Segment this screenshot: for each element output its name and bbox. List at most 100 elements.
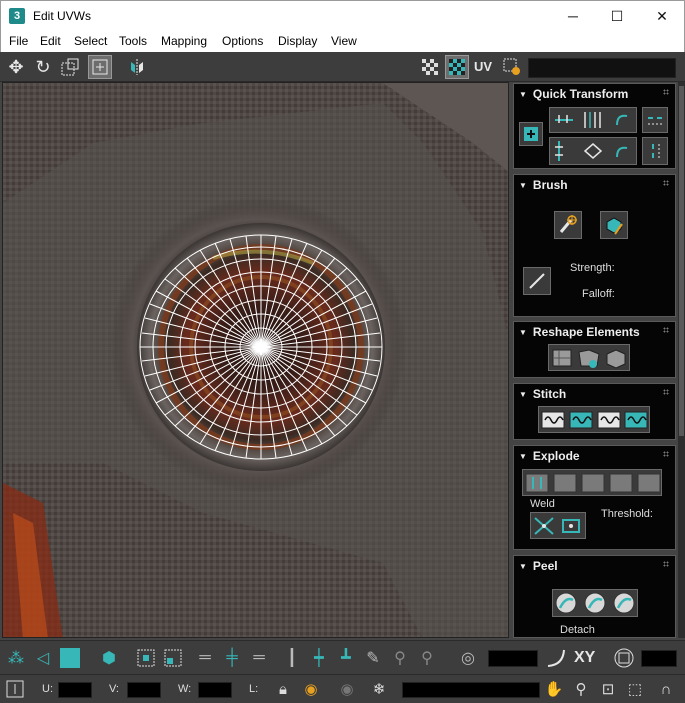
explode-title[interactable]: Explode [519, 449, 580, 463]
menu-options[interactable]: Options [222, 34, 263, 48]
falloff-curve-icon[interactable] [544, 646, 568, 670]
menu-display[interactable]: Display [278, 34, 317, 48]
quick-transform-rollout: Quick Transform [513, 83, 676, 169]
uv-icon[interactable]: UV [474, 59, 492, 74]
falloff-label: Falloff: [582, 288, 615, 300]
element-select-icon[interactable]: ⬢ [97, 646, 121, 670]
brush-title[interactable]: Brush [519, 178, 568, 192]
uv-mesh-grid [139, 234, 383, 460]
point-to-point-icon[interactable]: ┻ [334, 646, 358, 670]
threshold-label: Threshold: [601, 508, 653, 520]
w-value-field[interactable] [198, 682, 232, 698]
align-horizontal-button[interactable] [642, 107, 668, 133]
zoom-extents-icon[interactable]: ⬚ [624, 678, 646, 700]
menu-view[interactable]: View [331, 34, 357, 48]
xy-coordinates-icon[interactable]: XY [574, 649, 595, 667]
grip-icon[interactable] [663, 389, 669, 395]
filter-field[interactable] [402, 682, 540, 698]
align-buttons-row1[interactable] [549, 107, 637, 133]
quick-transform-title[interactable]: Quick Transform [519, 87, 628, 101]
grip-icon[interactable] [663, 327, 669, 333]
brush-rollout: Brush Strength: Falloff: [513, 174, 676, 317]
align-vertical-button[interactable] [642, 137, 668, 165]
freeform-icon[interactable] [88, 55, 112, 79]
u-value-field[interactable] [58, 682, 92, 698]
uv-texture-canvas[interactable] [3, 83, 509, 638]
mirror-icon[interactable] [125, 55, 149, 79]
show-hidden-icon[interactable]: ◉ [300, 678, 322, 700]
rotate-icon[interactable]: ↻ [31, 55, 55, 79]
menu-select[interactable]: Select [74, 34, 107, 48]
loop-select-icon[interactable]: ┃ [280, 646, 304, 670]
brush-falloff-curve-button[interactable] [523, 267, 551, 295]
soft-select-value-field[interactable] [488, 650, 538, 667]
app-logo-icon: 3 [9, 8, 25, 24]
selection-toolbar: ⁂ ◁ ⬢ ═ ╪ ═ ┃ ┿ ┻ ✎ ⚲ ⚲ ◎ XY [0, 640, 685, 674]
peel-title[interactable]: Peel [519, 559, 558, 573]
zoom-icon[interactable]: ⚲ [570, 678, 592, 700]
menu-tools[interactable]: Tools [119, 34, 147, 48]
edge-select-icon[interactable]: ◁ [31, 646, 55, 670]
settings-icon[interactable] [500, 55, 524, 79]
shrink-selection-icon[interactable] [161, 646, 185, 670]
strength-label: Strength: [570, 262, 615, 274]
soft-select-icon[interactable]: ⚲ [388, 646, 412, 670]
stitch-tools-group[interactable] [538, 406, 650, 433]
texture-dropdown[interactable] [528, 58, 676, 78]
checker-icon[interactable] [418, 55, 442, 79]
minimize-button[interactable]: ─ [550, 1, 596, 31]
soft-selection-icon[interactable]: ◎ [456, 646, 480, 670]
maximize-button[interactable]: ☐ [594, 1, 640, 31]
pan-icon[interactable]: ✋ [543, 678, 565, 700]
weld-tools-group[interactable] [530, 512, 586, 539]
paint-select-icon[interactable]: ✎ [361, 646, 385, 670]
grip-icon[interactable] [663, 180, 669, 186]
falloff-type-icon[interactable]: ⚲ [415, 646, 439, 670]
texel-grid-icon[interactable] [612, 646, 636, 670]
stitch-rollout: Stitch [513, 383, 676, 440]
close-button[interactable]: ✕ [639, 1, 685, 31]
explode-rollout: Explode Weld Threshold: [513, 445, 676, 550]
move-icon[interactable]: ✥ [4, 55, 28, 79]
weld-label: Weld [530, 498, 555, 510]
transform-type-icon[interactable] [4, 678, 26, 700]
hide-icon[interactable]: ◉ [336, 678, 358, 700]
paint-move-button[interactable] [554, 211, 582, 239]
grow-selection-icon[interactable] [134, 646, 158, 670]
menu-file[interactable]: File [9, 34, 28, 48]
lock-icon[interactable]: 🔒︎ [272, 678, 294, 700]
menu-edit[interactable]: Edit [40, 34, 61, 48]
reshape-elements-title[interactable]: Reshape Elements [519, 325, 640, 339]
uv-viewport[interactable] [2, 82, 509, 638]
menu-bar: File Edit Select Tools Mapping Options D… [0, 31, 685, 52]
align-buttons-row2[interactable] [549, 137, 637, 165]
status-bar: U: V: W: L: 🔒︎ ◉ ◉ ❄ ✋ ⚲ ⊡ ⬚ ∩ [0, 674, 685, 703]
face-select-icon[interactable] [58, 646, 82, 670]
border-select-icon[interactable]: ═ [247, 646, 271, 670]
panel-scrollbar[interactable] [678, 82, 685, 638]
checker-pattern-icon[interactable] [445, 55, 469, 79]
scale-icon[interactable] [58, 55, 82, 79]
panel-scrollbar-thumb[interactable] [679, 86, 684, 436]
ring-select-icon[interactable]: ┿ [307, 646, 331, 670]
transform-pivot-button[interactable] [519, 122, 543, 146]
snap-icon[interactable]: ∩ [655, 678, 677, 700]
reshape-tools-group[interactable] [548, 344, 630, 371]
v-label: V: [109, 683, 119, 695]
grip-icon[interactable] [663, 89, 669, 95]
texel-value-field[interactable] [641, 650, 677, 667]
zoom-region-icon[interactable]: ⊡ [597, 678, 619, 700]
edge-loop-icon[interactable]: ═ [193, 646, 217, 670]
freeze-icon[interactable]: ❄ [368, 678, 390, 700]
menu-mapping[interactable]: Mapping [161, 34, 207, 48]
grip-icon[interactable] [663, 451, 669, 457]
peel-rollout: Peel Detach [513, 555, 676, 638]
vertex-select-icon[interactable]: ⁂ [4, 646, 28, 670]
grip-icon[interactable] [663, 561, 669, 567]
edge-ring-icon[interactable]: ╪ [220, 646, 244, 670]
relax-brush-button[interactable] [600, 211, 628, 239]
v-value-field[interactable] [127, 682, 161, 698]
peel-tools-group[interactable] [552, 589, 638, 617]
stitch-title[interactable]: Stitch [519, 387, 566, 401]
explode-tools-group[interactable] [522, 469, 662, 496]
